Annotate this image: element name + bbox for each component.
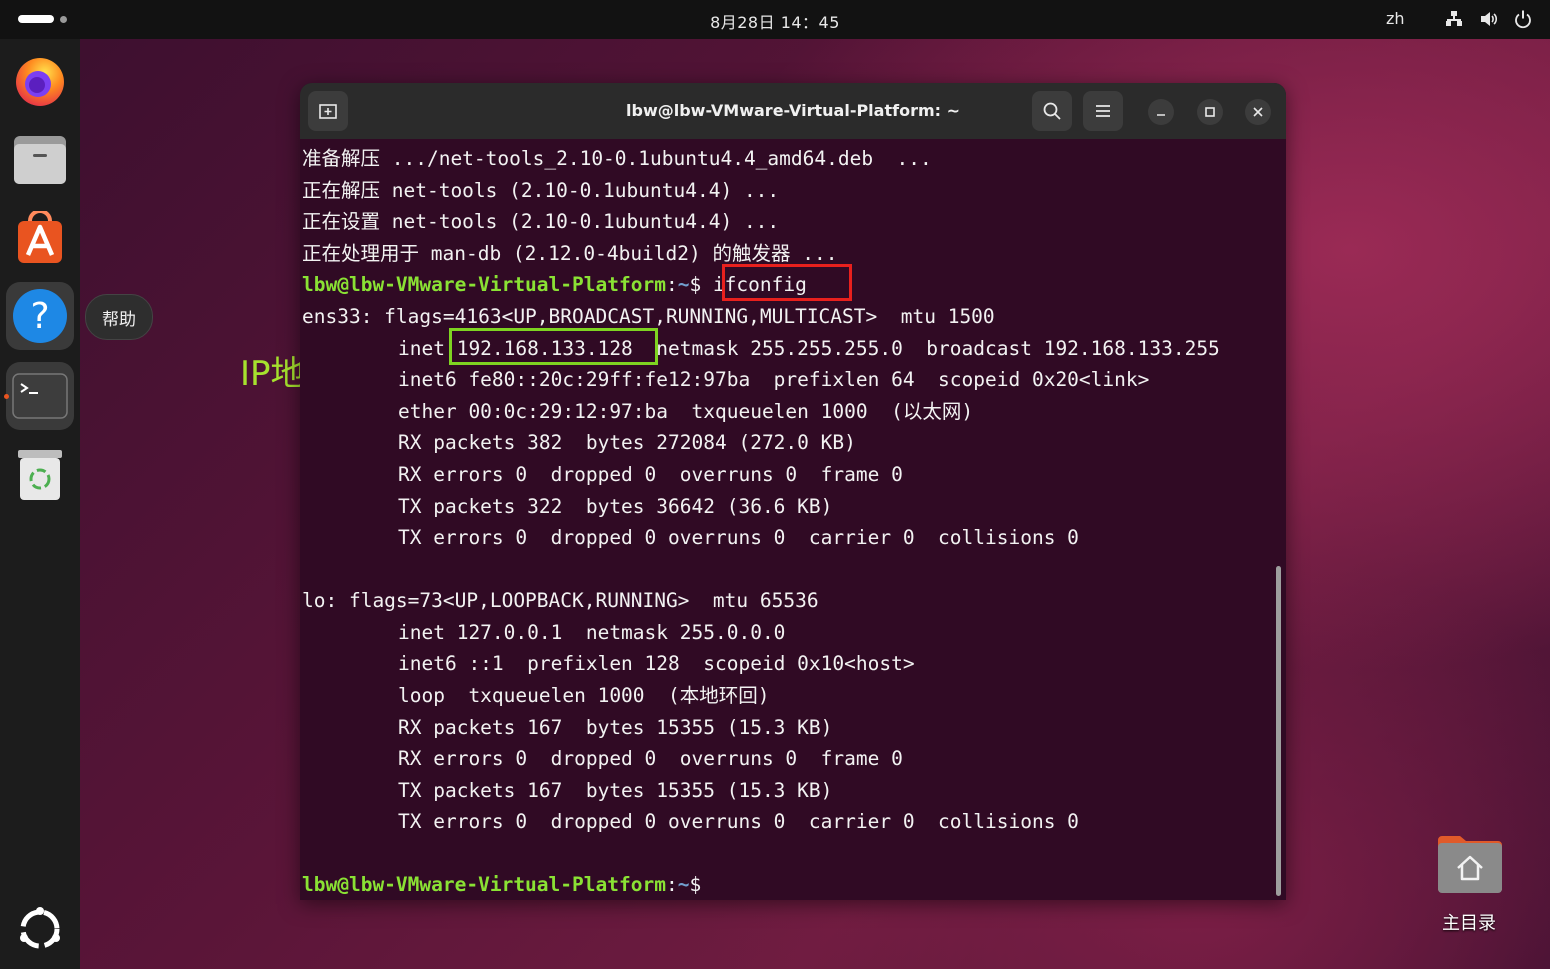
terminal-output[interactable]: 准备解压 .../net-tools_2.10-0.1ubuntu4.4_amd…: [300, 143, 1270, 900]
power-icon[interactable]: [1513, 9, 1533, 29]
search-icon: [1043, 102, 1061, 120]
terminal-titlebar[interactable]: lbw@lbw-VMware-Virtual-Platform: ~: [300, 83, 1286, 139]
output-line: RX errors 0 dropped 0 overruns 0 frame 0: [398, 747, 903, 770]
terminal-window[interactable]: lbw@lbw-VMware-Virtual-Platform: ~ 准备解压 …: [300, 83, 1286, 900]
output-line: RX errors 0 dropped 0 overruns 0 frame 0: [398, 463, 903, 486]
command-highlight-box: [722, 264, 852, 301]
firefox-icon: [16, 58, 64, 106]
dock-trash[interactable]: [6, 440, 74, 508]
trash-icon: [18, 450, 62, 500]
maximize-button[interactable]: [1197, 99, 1223, 125]
top-bar: 8月28日 14：45 zh: [0, 0, 1550, 39]
menu-button[interactable]: [1083, 91, 1123, 131]
clock[interactable]: 8月28日 14：45: [0, 9, 1550, 33]
output-line: TX errors 0 dropped 0 overruns 0 carrier…: [398, 526, 1079, 549]
output-line: RX packets 167 bytes 15355 (15.3 KB): [398, 716, 833, 739]
network-icon[interactable]: [1444, 9, 1464, 29]
svg-text:?: ?: [30, 296, 49, 337]
prompt-user: lbw@lbw-VMware-Virtual-Platform: [302, 273, 666, 296]
ip-highlight-box: [449, 328, 658, 365]
output-line: 正在解压 net-tools (2.10-0.1ubuntu4.4) ...: [302, 179, 780, 202]
input-method-indicator[interactable]: zh: [1386, 9, 1405, 28]
terminal-scrollbar[interactable]: [1276, 566, 1281, 896]
prompt-user: lbw@lbw-VMware-Virtual-Platform: [302, 873, 666, 896]
dock-firefox[interactable]: [6, 46, 74, 114]
output-line: RX packets 382 bytes 272084 (272.0 KB): [398, 431, 856, 454]
volume-icon[interactable]: [1479, 9, 1499, 29]
close-icon: [1253, 107, 1263, 117]
maximize-icon: [1205, 107, 1215, 117]
output-line: TX packets 167 bytes 15355 (15.3 KB): [398, 779, 833, 802]
home-folder-icon[interactable]: [1436, 834, 1504, 894]
output-line: inet6 ::1 prefixlen 128 scopeid 0x10<hos…: [398, 652, 915, 675]
files-icon: [14, 136, 66, 184]
dock: ?: [0, 39, 80, 969]
show-apps-icon[interactable]: [17, 906, 63, 952]
hamburger-menu-icon: [1096, 105, 1110, 117]
minimize-icon: [1157, 114, 1165, 116]
dock-tooltip: 帮助: [85, 294, 153, 340]
terminal-icon: [12, 373, 68, 419]
output-line: ether 00:0c:29:12:97:ba txqueuelen 1000 …: [398, 400, 974, 423]
home-folder-label[interactable]: 主目录: [1412, 909, 1526, 935]
minimize-button[interactable]: [1148, 99, 1174, 125]
output-line: inet 127.0.0.1 netmask 255.0.0.0: [398, 621, 786, 644]
output-line: TX errors 0 dropped 0 overruns 0 carrier…: [398, 810, 1079, 833]
close-button[interactable]: [1245, 99, 1271, 125]
terminal-running-indicator: [4, 394, 9, 399]
dock-app-center[interactable]: [6, 204, 74, 272]
output-line: 准备解压 .../net-tools_2.10-0.1ubuntu4.4_amd…: [302, 147, 932, 170]
output-line: 正在设置 net-tools (2.10-0.1ubuntu4.4) ...: [302, 210, 780, 233]
dock-terminal[interactable]: [6, 362, 74, 430]
window-title: lbw@lbw-VMware-Virtual-Platform: ~: [626, 101, 960, 120]
help-icon: ?: [13, 289, 67, 343]
output-line: TX packets 322 bytes 36642 (36.6 KB): [398, 495, 833, 518]
output-line: loop txqueuelen 1000 (本地环回): [398, 684, 770, 707]
dock-help[interactable]: ?: [6, 282, 74, 350]
search-button[interactable]: [1032, 91, 1072, 131]
prompt-path: ~: [677, 873, 690, 896]
output-line: inet6 fe80::20c:29ff:fe12:97ba prefixlen…: [398, 368, 1150, 391]
prompt-line: lbw@lbw-VMware-Virtual-Platform:~$: [302, 873, 713, 896]
dock-files[interactable]: [6, 126, 74, 194]
prompt-path: ~: [677, 273, 690, 296]
output-line: lo: flags=73<UP,LOOPBACK,RUNNING> mtu 65…: [302, 589, 819, 612]
app-center-icon: [18, 211, 62, 263]
